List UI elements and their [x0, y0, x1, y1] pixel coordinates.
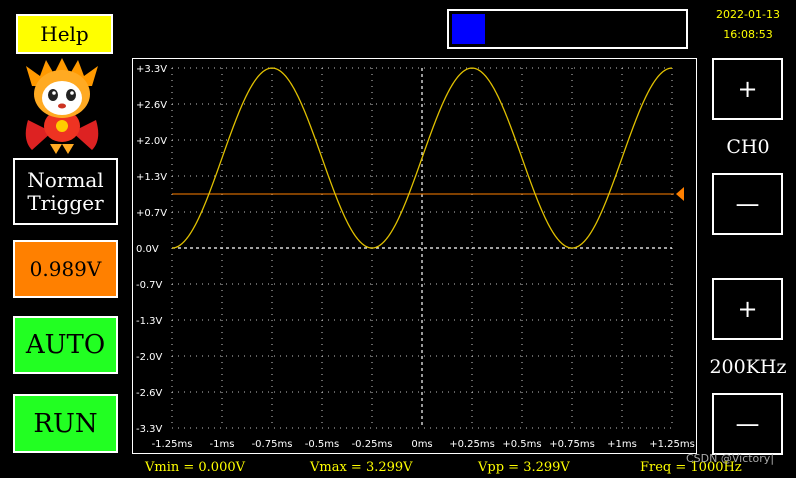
y-tick-label: +2.6V	[136, 100, 167, 111]
y-tick-label: +3.3V	[136, 64, 167, 75]
x-tick-label: +1ms	[607, 439, 637, 450]
trigger-mode-line2: Trigger	[27, 190, 104, 215]
auto-button[interactable]: AUTO	[13, 316, 118, 374]
plot-frame	[132, 58, 697, 454]
y-tick-label: +1.3V	[136, 172, 167, 183]
mascot-logo	[25, 58, 99, 154]
y-tick-label: -3.3V	[136, 424, 163, 435]
run-button[interactable]: RUN	[13, 394, 118, 453]
y-tick-label: -0.7V	[136, 280, 163, 291]
x-tick-label: +1.25ms	[649, 439, 695, 450]
watermark: CSDN @Victory|	[686, 452, 775, 465]
vpp-readout: Vpp = 3.299V	[478, 460, 570, 475]
trigger-level-button[interactable]: 0.989V	[13, 240, 118, 298]
trigger-mode-line1: Normal	[27, 167, 104, 192]
trigger-mode-button[interactable]: Normal Trigger	[13, 158, 118, 225]
x-tick-labels: -1.25ms -1ms -0.75ms -0.5ms -0.25ms 0ms +0.25m…	[152, 439, 695, 450]
x-tick-label: +0.25ms	[449, 439, 495, 450]
x-tick-label: +0.75ms	[549, 439, 595, 450]
x-tick-label: -0.5ms	[305, 439, 339, 450]
channel-plus-button[interactable]: +	[712, 58, 783, 120]
time-display: 16:08:53	[723, 28, 773, 41]
vmax-readout: Vmax = 3.299V	[310, 460, 413, 475]
progress-bar	[447, 9, 688, 49]
date-display: 2022-01-13	[716, 8, 780, 21]
help-button[interactable]: Help	[14, 12, 115, 56]
progress-fill	[452, 14, 485, 44]
x-tick-label: -0.75ms	[252, 439, 293, 450]
y-tick-label: 0.0V	[136, 244, 159, 255]
timebase-minus-button[interactable]: —	[712, 393, 783, 455]
oscilloscope-plot: +3.3V +2.6V +2.0V +1.3V +0.7V 0.0V -0.7V -1.3V -…	[132, 58, 697, 454]
vmin-readout: Vmin = 0.000V	[145, 460, 246, 475]
channel-minus-button[interactable]: —	[712, 173, 783, 235]
x-tick-label: 0ms	[411, 439, 432, 450]
y-tick-label: -2.0V	[136, 352, 163, 363]
channel-label: CH0	[726, 136, 770, 158]
x-tick-label: -1.25ms	[152, 439, 193, 450]
y-tick-label: +0.7V	[136, 208, 167, 219]
x-tick-label: -1ms	[210, 439, 235, 450]
timebase-plus-button[interactable]: +	[712, 278, 783, 340]
x-tick-label: +0.5ms	[502, 439, 541, 450]
y-tick-label: -1.3V	[136, 316, 163, 327]
x-tick-label: -0.25ms	[352, 439, 393, 450]
y-tick-label: -2.6V	[136, 388, 163, 399]
y-tick-label: +2.0V	[136, 136, 167, 147]
timebase-label: 200KHz	[709, 356, 787, 378]
